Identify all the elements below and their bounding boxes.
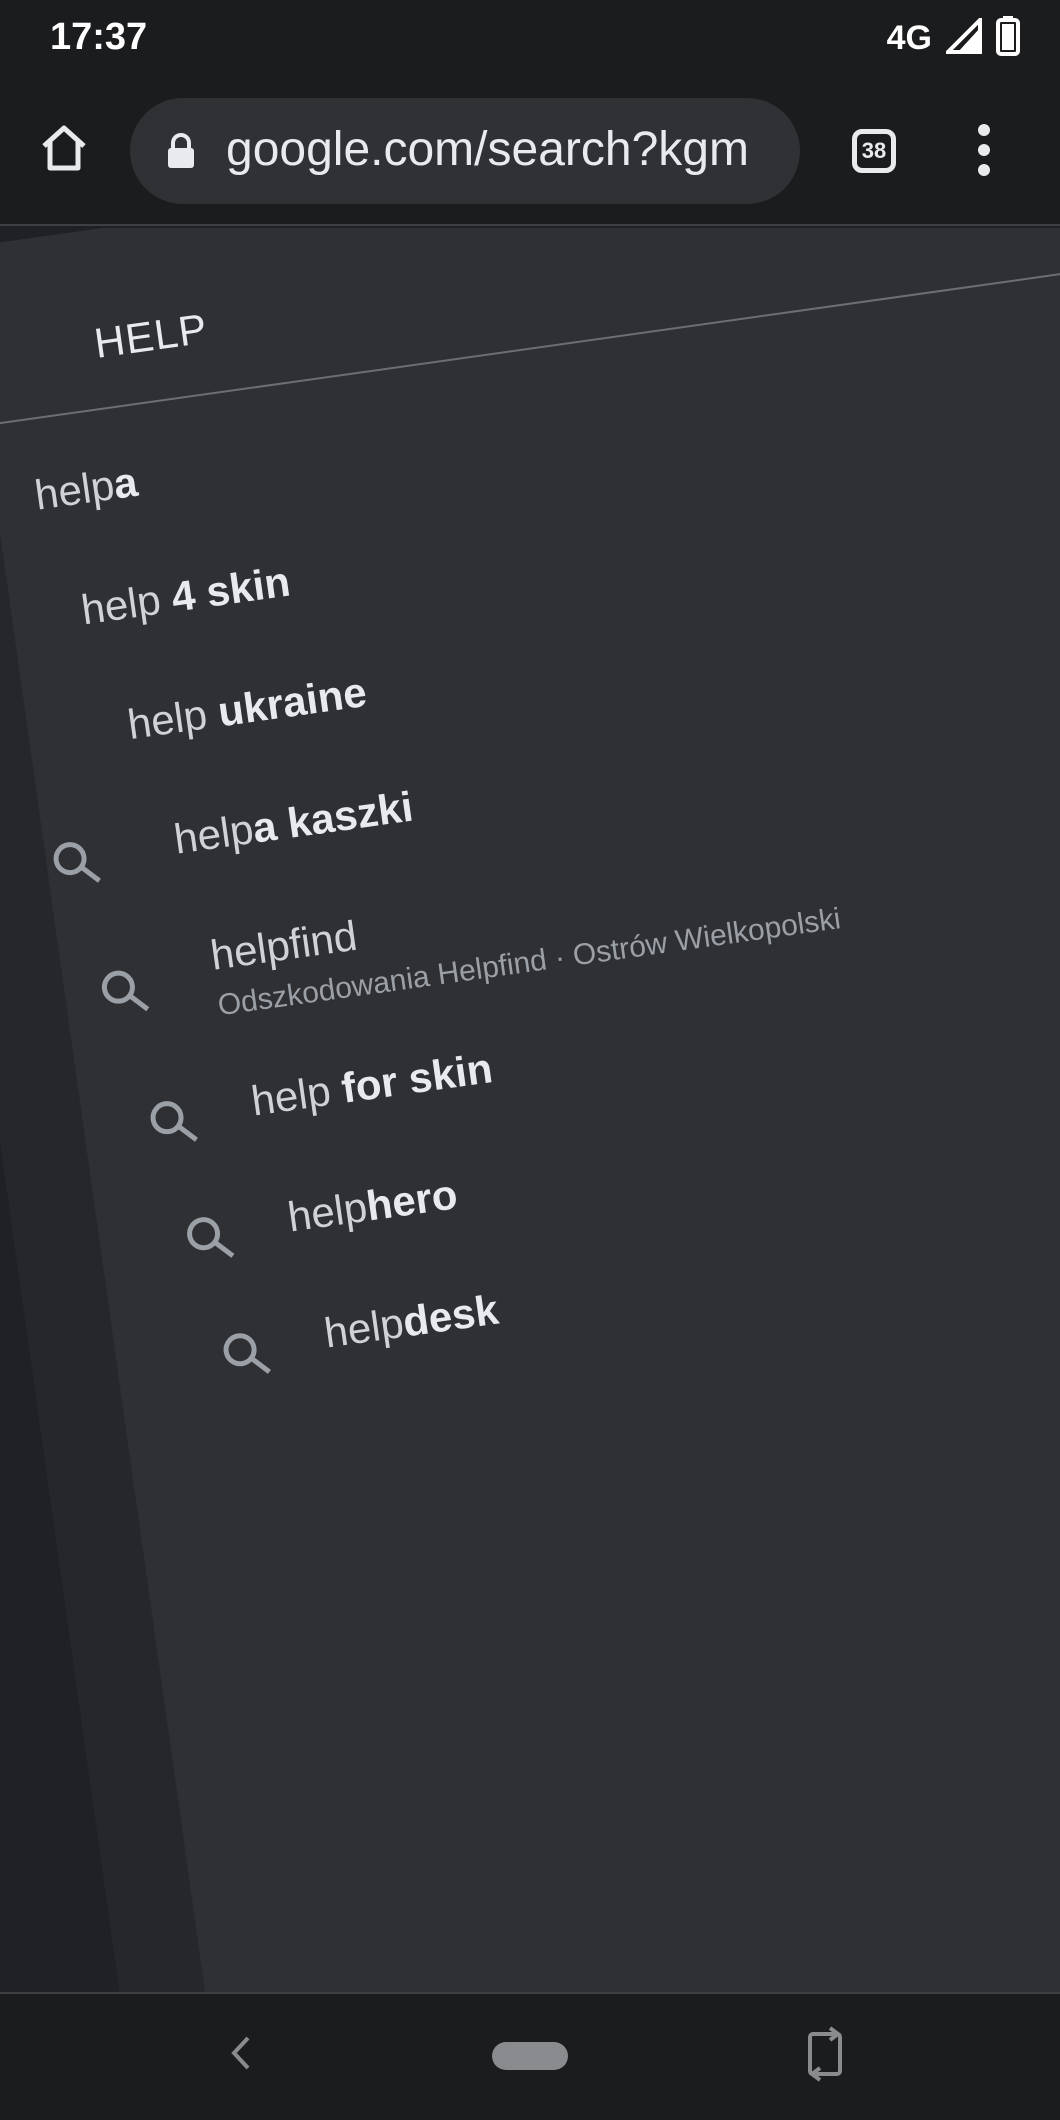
search-icon: [187, 1217, 235, 1258]
browser-toolbar: google.com/search?kgm 38: [0, 76, 1060, 226]
search-icon: [53, 842, 101, 883]
network-type: 4G: [886, 19, 932, 57]
back-button[interactable]: [220, 2028, 260, 2078]
search-input[interactable]: HELP: [91, 305, 210, 368]
search-icon: [150, 1101, 198, 1142]
page-content: HELP helpa help 4 skin help ukraine help…: [0, 228, 1060, 1992]
tab-switcher-button[interactable]: 38: [852, 129, 896, 173]
back-icon: [231, 2036, 250, 2070]
address-bar[interactable]: google.com/search?kgm: [130, 98, 800, 204]
overflow-menu-button[interactable]: [966, 124, 1002, 180]
signal-icon: [943, 15, 982, 59]
lock-icon: [168, 133, 194, 168]
rotate-button[interactable]: [800, 2024, 850, 2084]
toolbar-divider: [0, 224, 1060, 226]
screen: 17:37 4G google.com/search?kgm 38 HELP h…: [0, 0, 1060, 2120]
search-icon: [223, 1333, 271, 1374]
home-button[interactable]: [36, 120, 92, 176]
status-time: 17:37: [50, 16, 148, 58]
url-text[interactable]: google.com/search?kgm: [226, 122, 749, 177]
search-icon: [101, 970, 150, 1012]
status-bar: 17:37 4G: [0, 0, 1060, 76]
tab-count: 38: [861, 138, 887, 163]
battery-icon: [996, 16, 1020, 61]
system-nav-bar: [0, 1992, 1060, 2120]
overflow-menu-icon: [966, 124, 1002, 176]
home-pill-icon[interactable]: [492, 2042, 568, 2070]
home-icon: [42, 125, 86, 171]
nav-divider: [0, 1992, 1060, 1994]
rotate-icon: [808, 2026, 842, 2082]
status-icons: 4G: [886, 15, 1020, 61]
